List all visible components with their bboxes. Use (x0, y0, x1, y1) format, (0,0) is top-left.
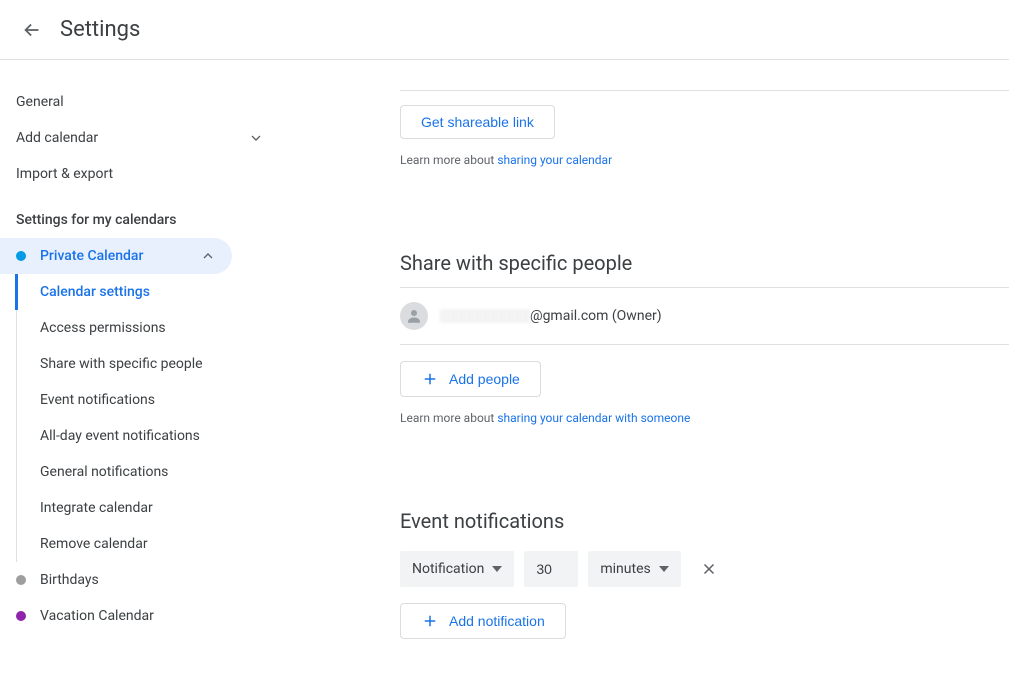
caret-down-icon (492, 564, 502, 574)
caret-down-icon (659, 564, 669, 574)
redacted-email-local (440, 309, 530, 323)
help-text: Learn more about sharing your calendar w… (400, 411, 1009, 425)
calendar-birthdays[interactable]: Birthdays (0, 562, 232, 598)
plus-icon (421, 370, 439, 388)
person-icon (405, 307, 423, 325)
notification-unit-select[interactable]: minutes (588, 551, 680, 587)
chevron-down-icon (248, 130, 264, 146)
get-shareable-link-button[interactable]: Get shareable link (400, 105, 555, 139)
page-title: Settings (60, 17, 140, 42)
event-notifications-section: Event notifications Notification minutes (400, 485, 1009, 639)
subnav-event-notifications[interactable]: Event notifications (16, 382, 280, 418)
notification-row: Notification minutes (400, 551, 1009, 587)
sidebar: General Add calendar Import & export Set… (0, 60, 280, 700)
subnav-calendar-settings[interactable]: Calendar settings (15, 274, 280, 310)
calendar-label: Private Calendar (40, 248, 143, 264)
button-label: Add notification (449, 613, 545, 629)
notification-method-select[interactable]: Notification (400, 551, 514, 587)
sidebar-section-heading: Settings for my calendars (0, 192, 280, 238)
calendar-private[interactable]: Private Calendar (0, 238, 232, 274)
button-label: Get shareable link (421, 114, 534, 130)
add-notification-button[interactable]: Add notification (400, 603, 566, 639)
help-text: Learn more about sharing your calendar (400, 153, 1009, 167)
owner-email: @gmail.com (Owner) (440, 308, 662, 324)
calendar-label: Birthdays (40, 572, 99, 588)
subnav-integrate-calendar[interactable]: Integrate calendar (16, 490, 280, 526)
main-content: Get shareable link Learn more about shar… (280, 60, 1009, 700)
calendar-color-dot (16, 575, 26, 585)
remove-notification-button[interactable] (691, 551, 727, 587)
help-link-sharing[interactable]: sharing your calendar (497, 153, 612, 167)
subnav-allday-notifications[interactable]: All-day event notifications (16, 418, 280, 454)
select-value: minutes (600, 561, 650, 577)
sidebar-item-add-calendar[interactable]: Add calendar (0, 120, 280, 156)
arrow-left-icon (21, 19, 43, 41)
avatar (400, 302, 428, 330)
shareable-link-section: Get shareable link Learn more about shar… (400, 60, 1009, 167)
section-title-notifications: Event notifications (400, 509, 1009, 533)
subnav-remove-calendar[interactable]: Remove calendar (16, 526, 280, 562)
subnav-general-notifications[interactable]: General notifications (16, 454, 280, 490)
section-title-share: Share with specific people (400, 251, 1009, 288)
calendar-color-dot (16, 251, 26, 261)
button-label: Add people (449, 371, 520, 387)
calendar-color-dot (16, 611, 26, 621)
sidebar-label: Add calendar (16, 130, 98, 146)
calendar-submenu: Calendar settings Access permissions Sha… (16, 274, 280, 562)
back-button[interactable] (12, 10, 52, 50)
calendar-vacation[interactable]: Vacation Calendar (0, 598, 232, 634)
notification-amount-field[interactable] (536, 561, 566, 577)
add-people-button[interactable]: Add people (400, 361, 541, 397)
sidebar-item-import-export[interactable]: Import & export (0, 156, 280, 192)
close-icon (700, 560, 718, 578)
subnav-share-specific[interactable]: Share with specific people (16, 346, 280, 382)
sidebar-item-general[interactable]: General (0, 84, 280, 120)
person-row-owner: @gmail.com (Owner) (400, 288, 1009, 345)
sidebar-label: Import & export (16, 166, 113, 182)
sidebar-label: General (16, 94, 64, 110)
help-link-sharing-someone[interactable]: sharing your calendar with someone (497, 411, 690, 425)
plus-icon (421, 612, 439, 630)
chevron-up-icon (200, 248, 216, 264)
share-people-section: Share with specific people @gmail.com (O… (400, 227, 1009, 425)
calendar-label: Vacation Calendar (40, 608, 154, 624)
notification-value-input[interactable] (524, 551, 578, 587)
select-value: Notification (412, 561, 484, 577)
settings-header: Settings (0, 0, 1009, 60)
subnav-access-permissions[interactable]: Access permissions (16, 310, 280, 346)
